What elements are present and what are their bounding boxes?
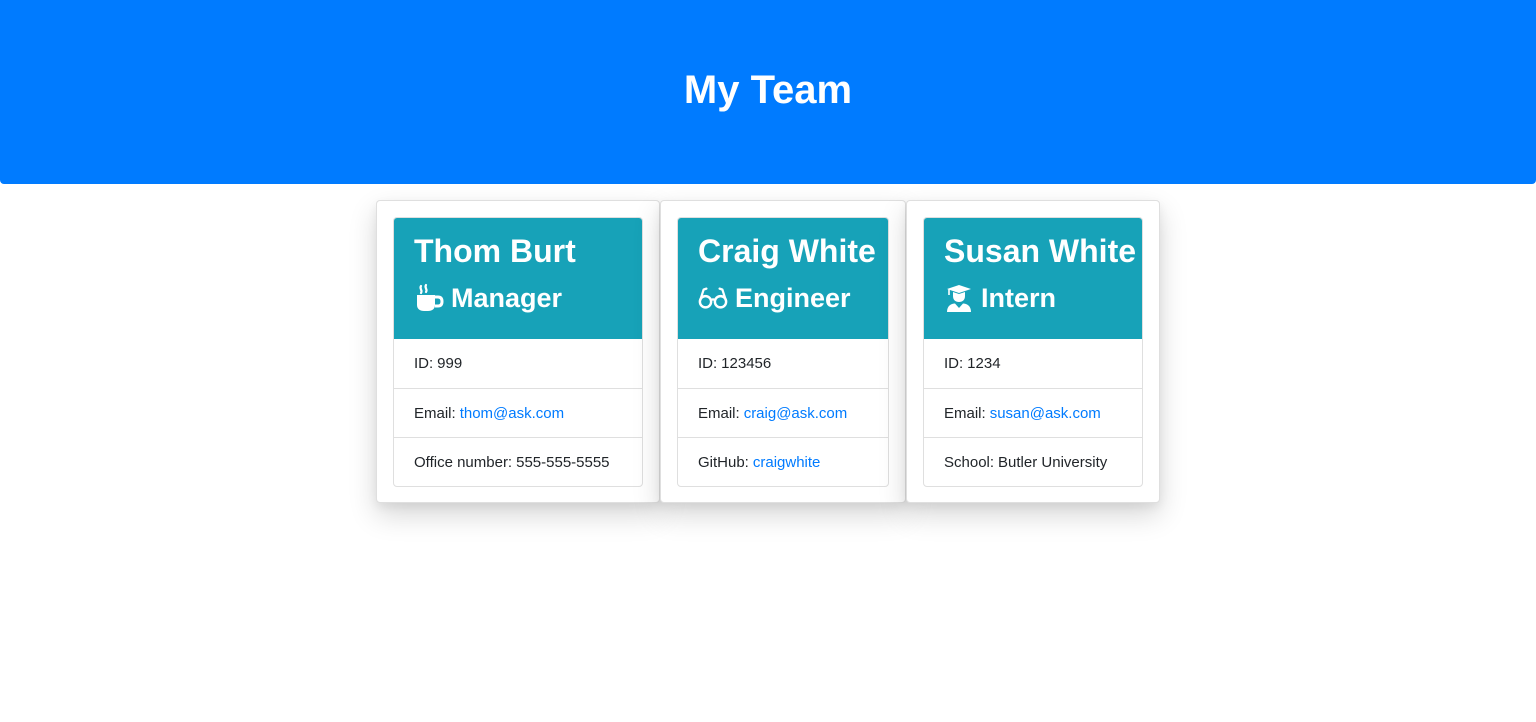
email-label: Email: xyxy=(698,404,740,422)
employee-card-header: Thom Burt Manager xyxy=(394,218,642,339)
email-link[interactable]: thom@ask.com xyxy=(460,405,564,422)
school-value: Butler University xyxy=(998,453,1108,471)
header-banner: My Team xyxy=(0,0,1536,184)
employee-name: Susan White xyxy=(944,233,1137,269)
github-link[interactable]: craigwhite xyxy=(753,454,821,471)
employee-id-row: ID: 999 xyxy=(394,339,642,388)
graduate-user-icon xyxy=(944,283,974,313)
employee-details: ID: 999 Email: thom@ask.com Office numbe… xyxy=(394,339,642,486)
employee-github-row: GitHub: craigwhite xyxy=(678,437,888,486)
office-number-value: 555-555-5555 xyxy=(516,453,610,471)
id-value: 1234 xyxy=(967,355,1001,372)
employee-role: Manager xyxy=(414,279,622,317)
employee-email-row: Email: thom@ask.com xyxy=(394,388,642,437)
employee-name: Thom Burt xyxy=(414,233,576,269)
employee-card-inner: Thom Burt Manager ID: 999 Email: thom@as… xyxy=(393,217,643,487)
employee-email-row: Email: craig@ask.com xyxy=(678,388,888,437)
team-cards-row: Thom Burt Manager ID: 999 Email: thom@as… xyxy=(376,200,1160,503)
id-label: ID: xyxy=(944,355,964,372)
employee-card-header: Susan White Intern xyxy=(924,218,1142,339)
email-link[interactable]: susan@ask.com xyxy=(990,405,1101,422)
id-label: ID: xyxy=(698,355,718,372)
coffee-mug-icon xyxy=(414,283,444,313)
employee-role: Engineer xyxy=(698,279,868,317)
email-label: Email: xyxy=(944,404,986,422)
github-label: GitHub: xyxy=(698,453,749,471)
page-title: My Team xyxy=(683,67,853,112)
employee-details: ID: 123456 Email: craig@ask.com GitHub: … xyxy=(678,339,888,486)
employee-role-label: Intern xyxy=(981,283,1057,313)
employee-role: Intern xyxy=(944,279,1122,317)
employee-email-row: Email: susan@ask.com xyxy=(924,388,1142,437)
school-label: School: xyxy=(944,453,995,471)
employee-name: Craig White xyxy=(698,233,876,269)
office-number-label: Office number: xyxy=(414,453,513,471)
employee-school-row: School: Butler University xyxy=(924,437,1142,486)
employee-card-inner: Susan White Intern ID: 1234 Email: susan… xyxy=(923,217,1143,487)
id-value: 999 xyxy=(437,355,463,372)
id-value: 123456 xyxy=(721,355,772,372)
employee-role-label: Manager xyxy=(451,283,563,313)
employee-details: ID: 1234 Email: susan@ask.com School: Bu… xyxy=(924,339,1142,486)
email-label: Email: xyxy=(414,404,456,422)
glasses-icon xyxy=(698,283,728,313)
employee-id-row: ID: 1234 xyxy=(924,339,1142,388)
employee-card-intern: Susan White Intern ID: 1234 Email: susan… xyxy=(906,200,1160,503)
employee-id-row: ID: 123456 xyxy=(678,339,888,388)
employee-card-manager: Thom Burt Manager ID: 999 Email: thom@as… xyxy=(376,200,660,503)
id-label: ID: xyxy=(414,355,434,372)
employee-role-label: Engineer xyxy=(735,283,851,313)
employee-card-inner: Craig White Engineer ID: 123456 Email: c… xyxy=(677,217,889,487)
email-link[interactable]: craig@ask.com xyxy=(744,405,848,422)
employee-card-engineer: Craig White Engineer ID: 123456 Email: c… xyxy=(660,200,906,503)
employee-office-row: Office number: 555-555-5555 xyxy=(394,437,642,486)
employee-card-header: Craig White Engineer xyxy=(678,218,888,339)
